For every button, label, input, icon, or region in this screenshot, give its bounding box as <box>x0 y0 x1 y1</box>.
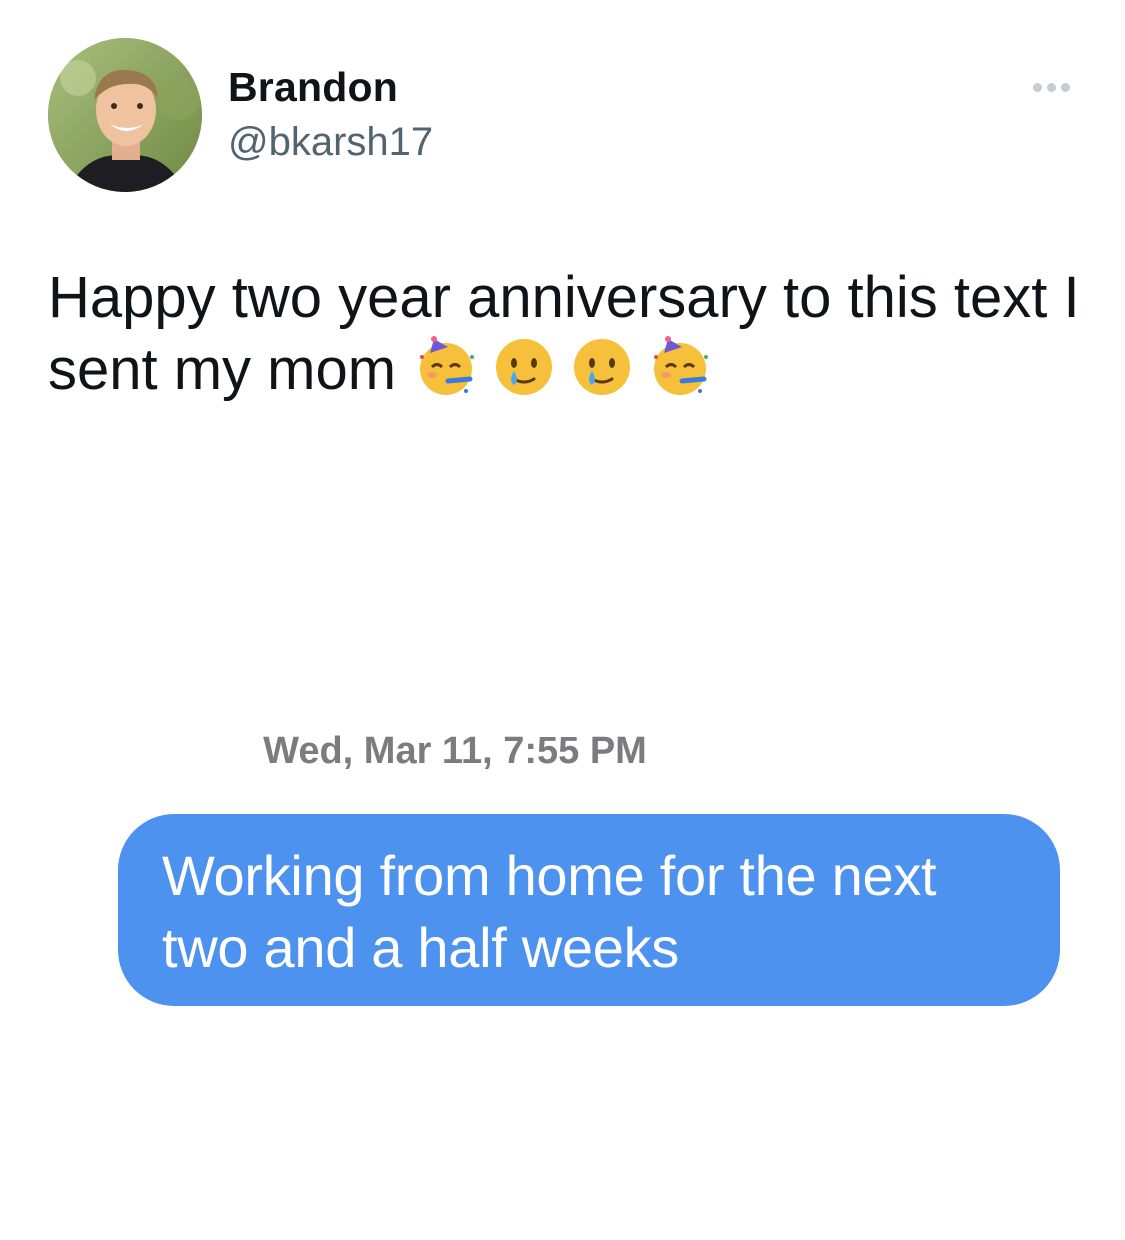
emoji-row <box>414 335 712 399</box>
message-bubble: Working from home for the next two and a… <box>118 814 1060 1006</box>
more-dot <box>1046 82 1056 92</box>
avatar[interactable] <box>48 38 202 192</box>
tweet-text: Happy two year anniversary to this text … <box>48 262 1088 406</box>
attached-image[interactable]: Wed, Mar 11, 7:55 PM Working from home f… <box>0 690 1125 1050</box>
author-handle[interactable]: @bkarsh17 <box>228 120 433 165</box>
smiling-face-with-tear-emoji-icon <box>570 335 634 399</box>
more-dot <box>1060 82 1070 92</box>
partying-face-emoji-icon <box>414 335 478 399</box>
smiling-face-with-tear-emoji-icon <box>492 335 556 399</box>
more-dot <box>1032 82 1042 92</box>
message-timestamp: Wed, Mar 11, 7:55 PM <box>263 730 647 772</box>
partying-face-emoji-icon <box>648 335 712 399</box>
more-options-icon[interactable] <box>1024 70 1078 104</box>
author-name[interactable]: Brandon <box>228 64 398 111</box>
